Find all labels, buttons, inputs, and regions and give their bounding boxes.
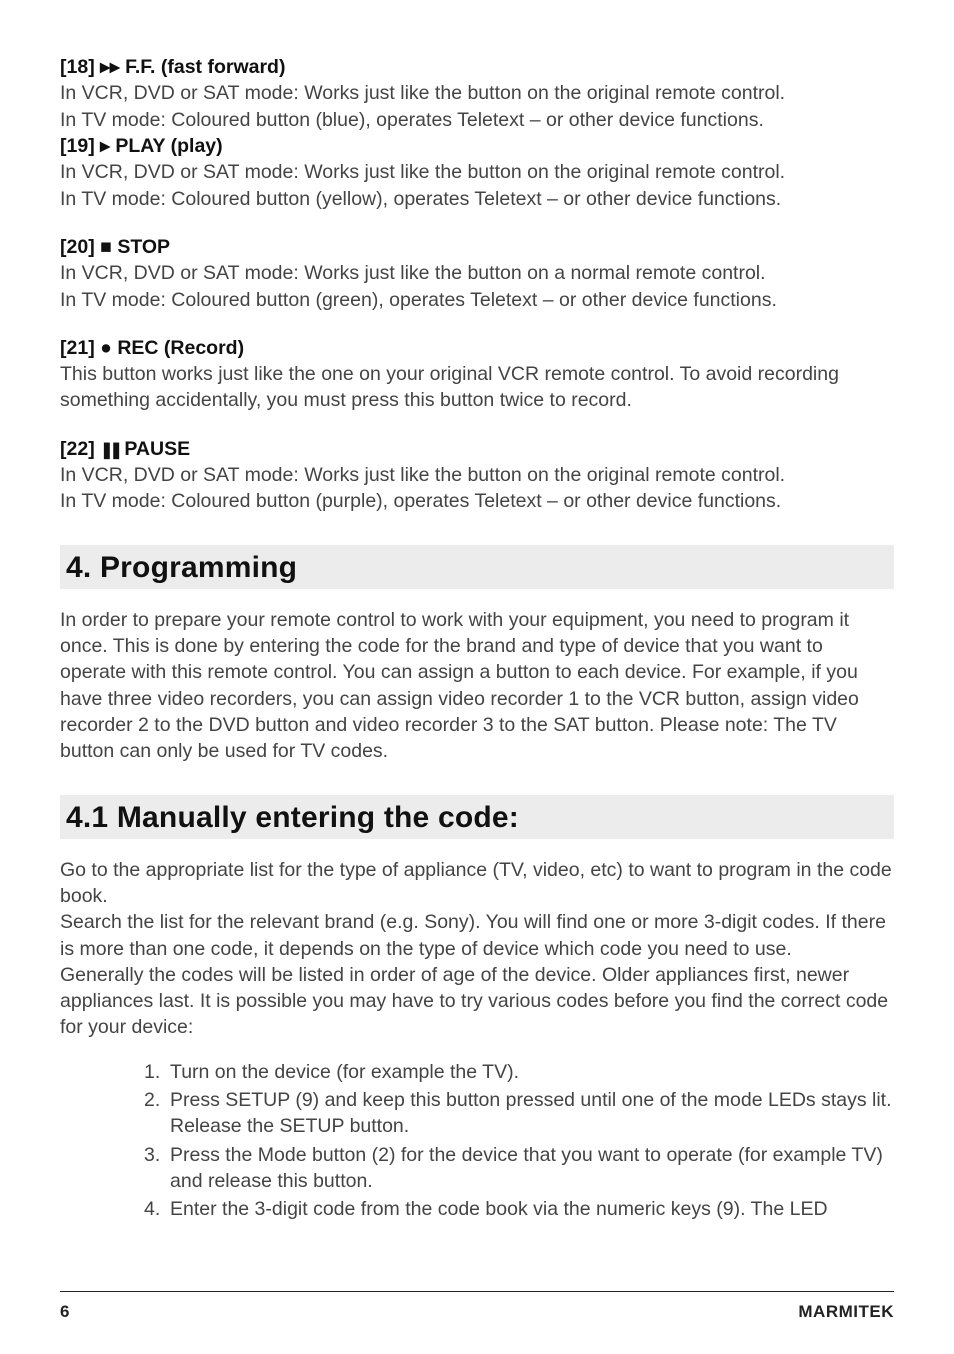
step-1: Turn on the device (for example the TV). (144, 1059, 894, 1085)
button-def-18: [18] ▸▸ F.F. (fast forward) In VCR, DVD … (60, 54, 894, 133)
body-21: This button works just like the one on y… (60, 361, 894, 414)
body-20: In VCR, DVD or SAT mode: Works just like… (60, 260, 894, 313)
heading-19: [19] ▸ PLAY (play) (60, 133, 894, 159)
body-18: In VCR, DVD or SAT mode: Works just like… (60, 80, 894, 133)
title-19: PLAY (play) (115, 135, 222, 157)
heading-21: [21] ● REC (Record) (60, 335, 894, 361)
button-def-21: [21] ● REC (Record) This button works ju… (60, 335, 894, 414)
page-footer: 6 MARMITEK (60, 1291, 894, 1354)
heading-22: [22] ❚❚ PAUSE (60, 436, 894, 462)
title-21: REC (Record) (117, 337, 244, 359)
stop-icon: ■ (100, 236, 112, 258)
heading-20: [20] ■ STOP (60, 234, 894, 260)
section-4-1-title: 4.1 Manually entering the code: (60, 795, 894, 839)
page-number: 6 (60, 1302, 69, 1322)
body-22: In VCR, DVD or SAT mode: Works just like… (60, 462, 894, 515)
num-22: 22 (67, 438, 89, 460)
title-20: STOP (117, 236, 170, 258)
button-def-20: [20] ■ STOP In VCR, DVD or SAT mode: Wor… (60, 234, 894, 313)
body-19: In VCR, DVD or SAT mode: Works just like… (60, 159, 894, 212)
page-content: [18] ▸▸ F.F. (fast forward) In VCR, DVD … (60, 54, 894, 1291)
title-18: F.F. (fast forward) (125, 56, 285, 78)
step-4: Enter the 3-digit code from the code boo… (144, 1196, 894, 1222)
num-18: 18 (67, 56, 89, 78)
brand-name: MARMITEK (798, 1302, 894, 1322)
section-4-body: In order to prepare your remote control … (60, 607, 894, 765)
record-icon: ● (100, 337, 112, 359)
pause-icon: ❚❚ (100, 442, 119, 459)
play-icon: ▸ (100, 135, 110, 157)
heading-18: [18] ▸▸ F.F. (fast forward) (60, 54, 894, 80)
button-def-22: [22] ❚❚ PAUSE In VCR, DVD or SAT mode: W… (60, 436, 894, 515)
ff-icon: ▸▸ (100, 56, 120, 78)
steps-list: Turn on the device (for example the TV).… (60, 1059, 894, 1223)
step-2: Press SETUP (9) and keep this button pre… (144, 1087, 894, 1140)
num-20: 20 (67, 236, 89, 258)
step-3: Press the Mode button (2) for the device… (144, 1142, 894, 1195)
num-19: 19 (67, 135, 89, 157)
button-def-19: [19] ▸ PLAY (play) In VCR, DVD or SAT mo… (60, 133, 894, 212)
num-21: 21 (67, 337, 89, 359)
section-4-1-body: Go to the appropriate list for the type … (60, 857, 894, 1041)
section-4-title: 4. Programming (60, 545, 894, 589)
title-22: PAUSE (124, 438, 190, 460)
